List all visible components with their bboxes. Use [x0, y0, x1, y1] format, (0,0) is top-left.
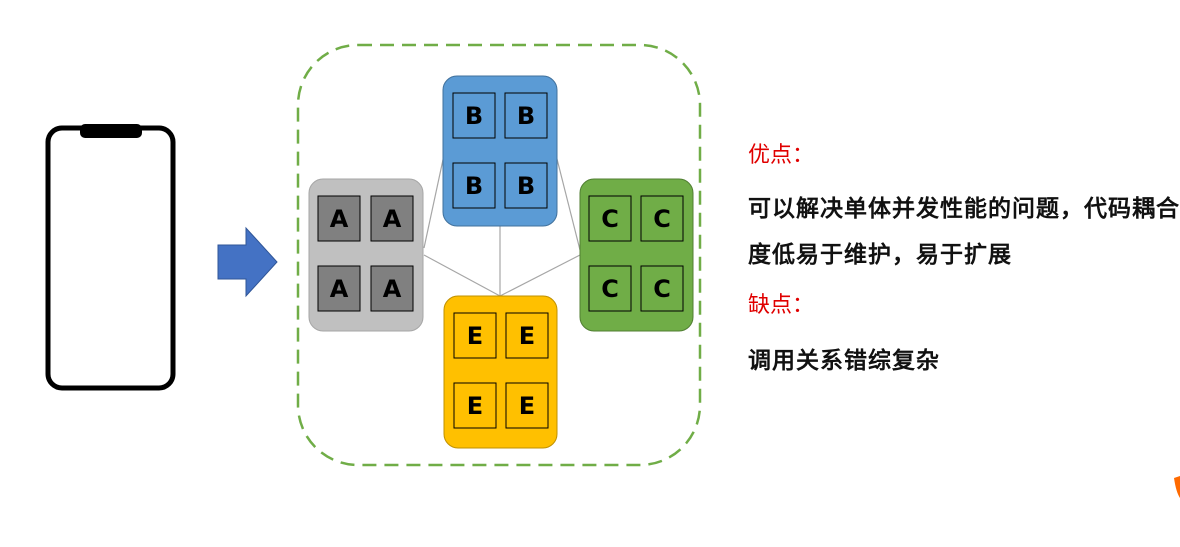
tile-c-1-label: C: [601, 205, 619, 233]
corner-logo-fragment: [1174, 476, 1180, 498]
service-group-a: A A A A: [308, 178, 424, 332]
tile-a-4: A: [370, 265, 414, 312]
phone-icon: [45, 124, 176, 391]
tile-e-3: E: [453, 382, 497, 429]
tile-c-2-label: C: [653, 205, 671, 233]
tile-e-2: E: [505, 312, 549, 359]
service-group-c: C C C C: [579, 178, 694, 332]
cons-text: 调用关系错综复杂: [748, 348, 940, 374]
tile-e-1-label: E: [467, 322, 483, 350]
tile-e-4-label: E: [519, 392, 535, 420]
tile-a-1: A: [317, 195, 361, 242]
tile-c-3-label: C: [601, 275, 619, 303]
tile-b-2-label: B: [517, 102, 535, 130]
tile-e-4: E: [505, 382, 549, 429]
tile-a-2-label: A: [383, 205, 402, 233]
tile-e-2-label: E: [519, 322, 535, 350]
tile-c-4: C: [640, 265, 684, 312]
tile-b-3-label: B: [465, 172, 483, 200]
service-group-e: E E E E: [443, 295, 558, 449]
pros-heading: 优点：: [748, 143, 815, 168]
tile-a-3: A: [317, 265, 361, 312]
tile-c-3: C: [588, 265, 632, 312]
tile-b-2: B: [504, 92, 548, 139]
tile-c-1: C: [588, 195, 632, 242]
tile-a-2: A: [370, 195, 414, 242]
tile-a-4-label: A: [383, 275, 402, 303]
service-group-b: B B B B: [442, 75, 558, 227]
pros-text: 可以解决单体并发性能的问题，代码耦合度低易于维护，易于扩展: [748, 196, 1180, 268]
pros-cons-panel: 优点： 可以解决单体并发性能的问题，代码耦合度低易于维护，易于扩展 缺点： 调用…: [748, 138, 1180, 384]
tile-c-2: C: [640, 195, 684, 242]
tile-a-1-label: A: [330, 205, 349, 233]
tile-b-1-label: B: [465, 102, 483, 130]
tile-b-4-label: B: [517, 172, 535, 200]
cons-heading: 缺点：: [748, 293, 815, 318]
tile-e-1: E: [453, 312, 497, 359]
tile-b-4: B: [504, 162, 548, 209]
tile-b-3: B: [452, 162, 496, 209]
right-arrow-icon: [217, 226, 278, 298]
tile-c-4-label: C: [653, 275, 671, 303]
tile-a-3-label: A: [330, 275, 349, 303]
tile-b-1: B: [452, 92, 496, 139]
tile-e-3-label: E: [467, 392, 483, 420]
